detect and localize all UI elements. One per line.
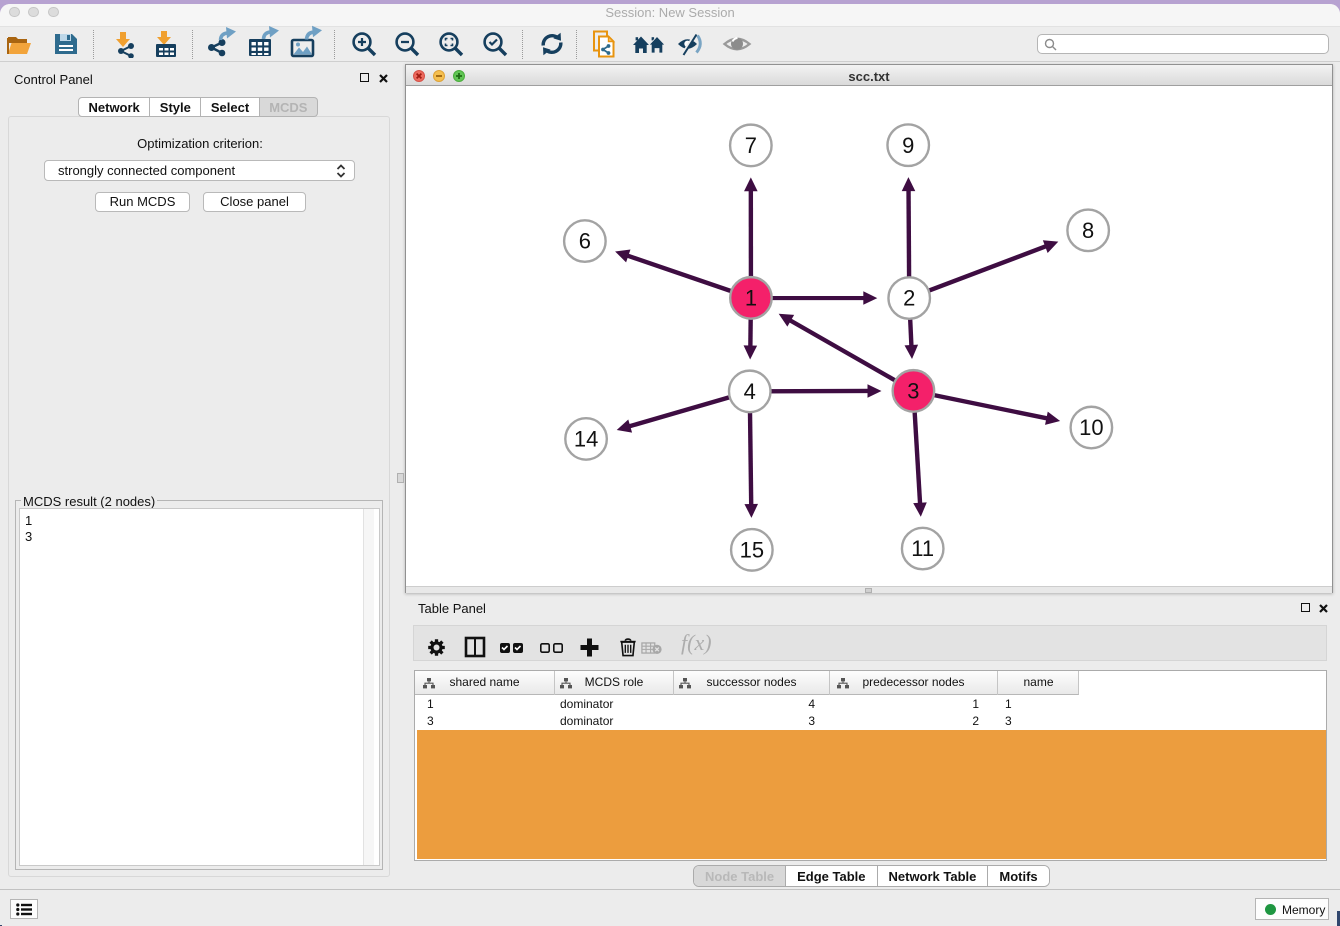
svg-text:9: 9 xyxy=(902,133,914,158)
svg-text:15: 15 xyxy=(740,537,764,562)
svg-text:6: 6 xyxy=(579,229,591,254)
svg-text:11: 11 xyxy=(911,536,934,561)
svg-text:4: 4 xyxy=(744,379,756,404)
svg-text:1: 1 xyxy=(745,285,757,310)
svg-text:8: 8 xyxy=(1082,218,1094,243)
svg-text:14: 14 xyxy=(574,426,598,451)
svg-text:7: 7 xyxy=(745,133,757,158)
svg-text:10: 10 xyxy=(1079,415,1103,440)
svg-text:2: 2 xyxy=(903,286,915,311)
svg-text:3: 3 xyxy=(907,378,919,403)
